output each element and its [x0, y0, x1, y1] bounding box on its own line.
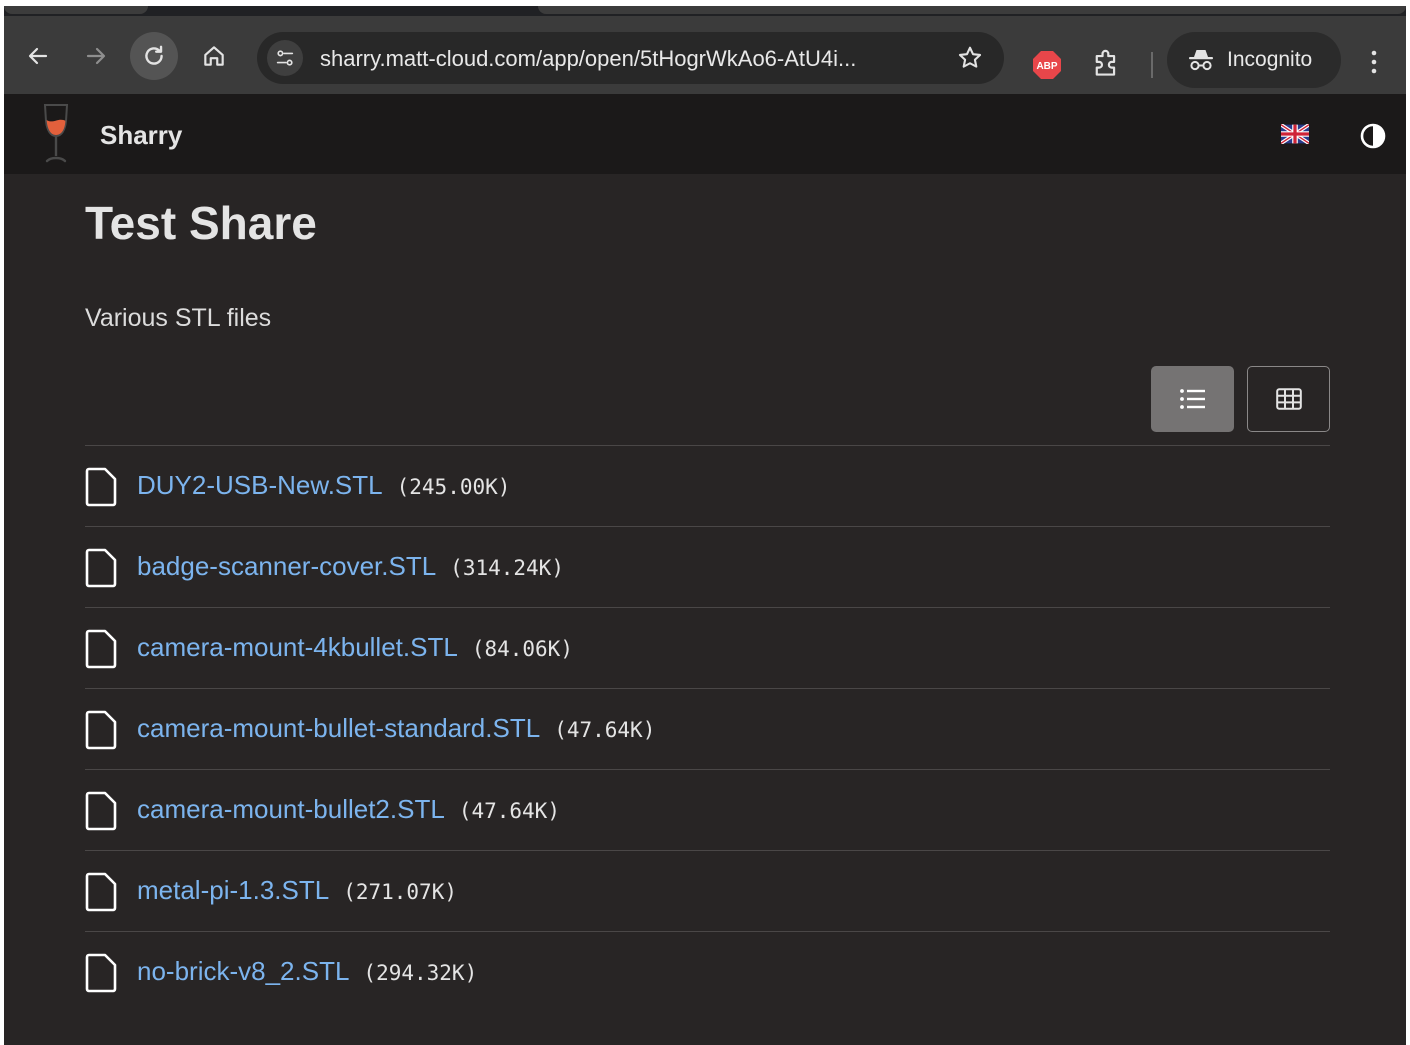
reload-icon [145, 45, 163, 65]
file-name[interactable]: badge-scanner-cover.STL [137, 551, 436, 581]
theme-toggle-button[interactable] [1360, 123, 1386, 154]
file-row: camera-mount-bullet2.STL (47.64K) [85, 770, 1330, 851]
file-download-link[interactable]: no-brick-v8_2.STL (294.32K) [137, 956, 477, 987]
file-icon [85, 629, 117, 669]
back-button[interactable] [14, 32, 62, 80]
arrow-left-icon [28, 47, 48, 65]
star-icon [958, 46, 982, 68]
tune-icon [276, 50, 294, 66]
wine-glass-icon [43, 104, 69, 163]
file-row: camera-mount-4kbullet.STL (84.06K) [85, 608, 1330, 689]
file-download-link[interactable]: camera-mount-bullet-standard.STL (47.64K) [137, 713, 655, 744]
kebab-menu-icon [1371, 50, 1377, 74]
file-download-link[interactable]: badge-scanner-cover.STL (314.24K) [137, 551, 564, 582]
file-download-link[interactable]: camera-mount-bullet2.STL (47.64K) [137, 794, 560, 825]
address-bar[interactable]: sharry.matt-cloud.com/app/open/5tHogrWkA… [257, 32, 1004, 84]
share-title: Test Share [85, 197, 317, 249]
file-icon [85, 548, 117, 588]
app-header: Sharry [4, 94, 1406, 174]
file-icon [85, 953, 117, 993]
app-name[interactable]: Sharry [100, 120, 182, 151]
file-download-link[interactable]: metal-pi-1.3.STL (271.07K) [137, 875, 457, 906]
incognito-label: Incognito [1227, 48, 1313, 71]
file-name[interactable]: DUY2-USB-New.STL [137, 470, 383, 500]
uk-flag-icon [1279, 123, 1311, 145]
grid-icon [1275, 388, 1302, 410]
file-row: DUY2-USB-New.STL (245.00K) [85, 446, 1330, 527]
tab-strip [4, 6, 1406, 16]
incognito-indicator[interactable]: Incognito [1167, 32, 1341, 88]
file-name[interactable]: camera-mount-bullet2.STL [137, 794, 445, 824]
grid-view-button[interactable] [1247, 366, 1330, 432]
browser-menu-button[interactable] [1362, 48, 1386, 81]
list-icon [1179, 389, 1205, 409]
file-size: (314.24K) [450, 556, 564, 580]
file-name[interactable]: no-brick-v8_2.STL [137, 956, 349, 986]
abp-icon: ABP [1033, 51, 1061, 79]
share-description: Various STL files [85, 304, 272, 332]
file-size: (245.00K) [396, 475, 511, 499]
file-name[interactable]: camera-mount-bullet-standard.STL [137, 713, 540, 743]
browser-window: sharry.matt-cloud.com/app/open/5tHogrWkA… [4, 6, 1406, 1045]
file-download-link[interactable]: DUY2-USB-New.STL (245.00K) [137, 470, 510, 501]
url-text[interactable]: sharry.matt-cloud.com/app/open/5tHogrWkA… [320, 46, 856, 72]
adblock-extension-button[interactable]: ABP [1032, 50, 1062, 80]
file-size: (47.64K) [554, 718, 656, 742]
home-logo-link[interactable] [38, 102, 74, 171]
file-list: DUY2-USB-New.STL (245.00K) badge-scanner-… [85, 445, 1330, 1012]
arrow-right-icon [86, 47, 106, 65]
forward-button[interactable] [72, 32, 120, 80]
site-info-button[interactable] [267, 40, 303, 76]
svg-text:ABP: ABP [1036, 61, 1057, 72]
file-icon [85, 872, 117, 912]
tab[interactable] [538, 6, 1406, 14]
file-icon [85, 710, 117, 750]
file-row: camera-mount-bullet-standard.STL (47.64K) [85, 689, 1330, 770]
tab[interactable] [4, 6, 148, 14]
extensions-button[interactable] [1092, 48, 1120, 83]
file-icon [85, 791, 117, 831]
file-size: (47.64K) [458, 799, 560, 823]
home-button[interactable] [190, 32, 238, 80]
puzzle-icon [1095, 49, 1116, 76]
home-icon [204, 46, 224, 66]
file-name[interactable]: metal-pi-1.3.STL [137, 875, 329, 905]
file-size: (84.06K) [471, 637, 573, 661]
toolbar-divider [1151, 52, 1153, 78]
reload-button[interactable] [130, 32, 178, 80]
file-row: metal-pi-1.3.STL (271.07K) [85, 851, 1330, 932]
list-view-button[interactable] [1151, 366, 1234, 432]
file-row: no-brick-v8_2.STL (294.32K) [85, 932, 1330, 1012]
half-circle-icon [1360, 123, 1386, 149]
bookmark-button[interactable] [956, 44, 984, 77]
file-size: (294.32K) [363, 961, 478, 985]
browser-toolbar: sharry.matt-cloud.com/app/open/5tHogrWkA… [4, 16, 1406, 94]
incognito-icon [1187, 48, 1215, 77]
file-size: (271.07K) [343, 880, 457, 904]
file-icon [85, 467, 117, 507]
language-selector[interactable] [1279, 123, 1311, 149]
file-row: badge-scanner-cover.STL (314.24K) [85, 527, 1330, 608]
file-download-link[interactable]: camera-mount-4kbullet.STL (84.06K) [137, 632, 573, 663]
file-name[interactable]: camera-mount-4kbullet.STL [137, 632, 458, 662]
